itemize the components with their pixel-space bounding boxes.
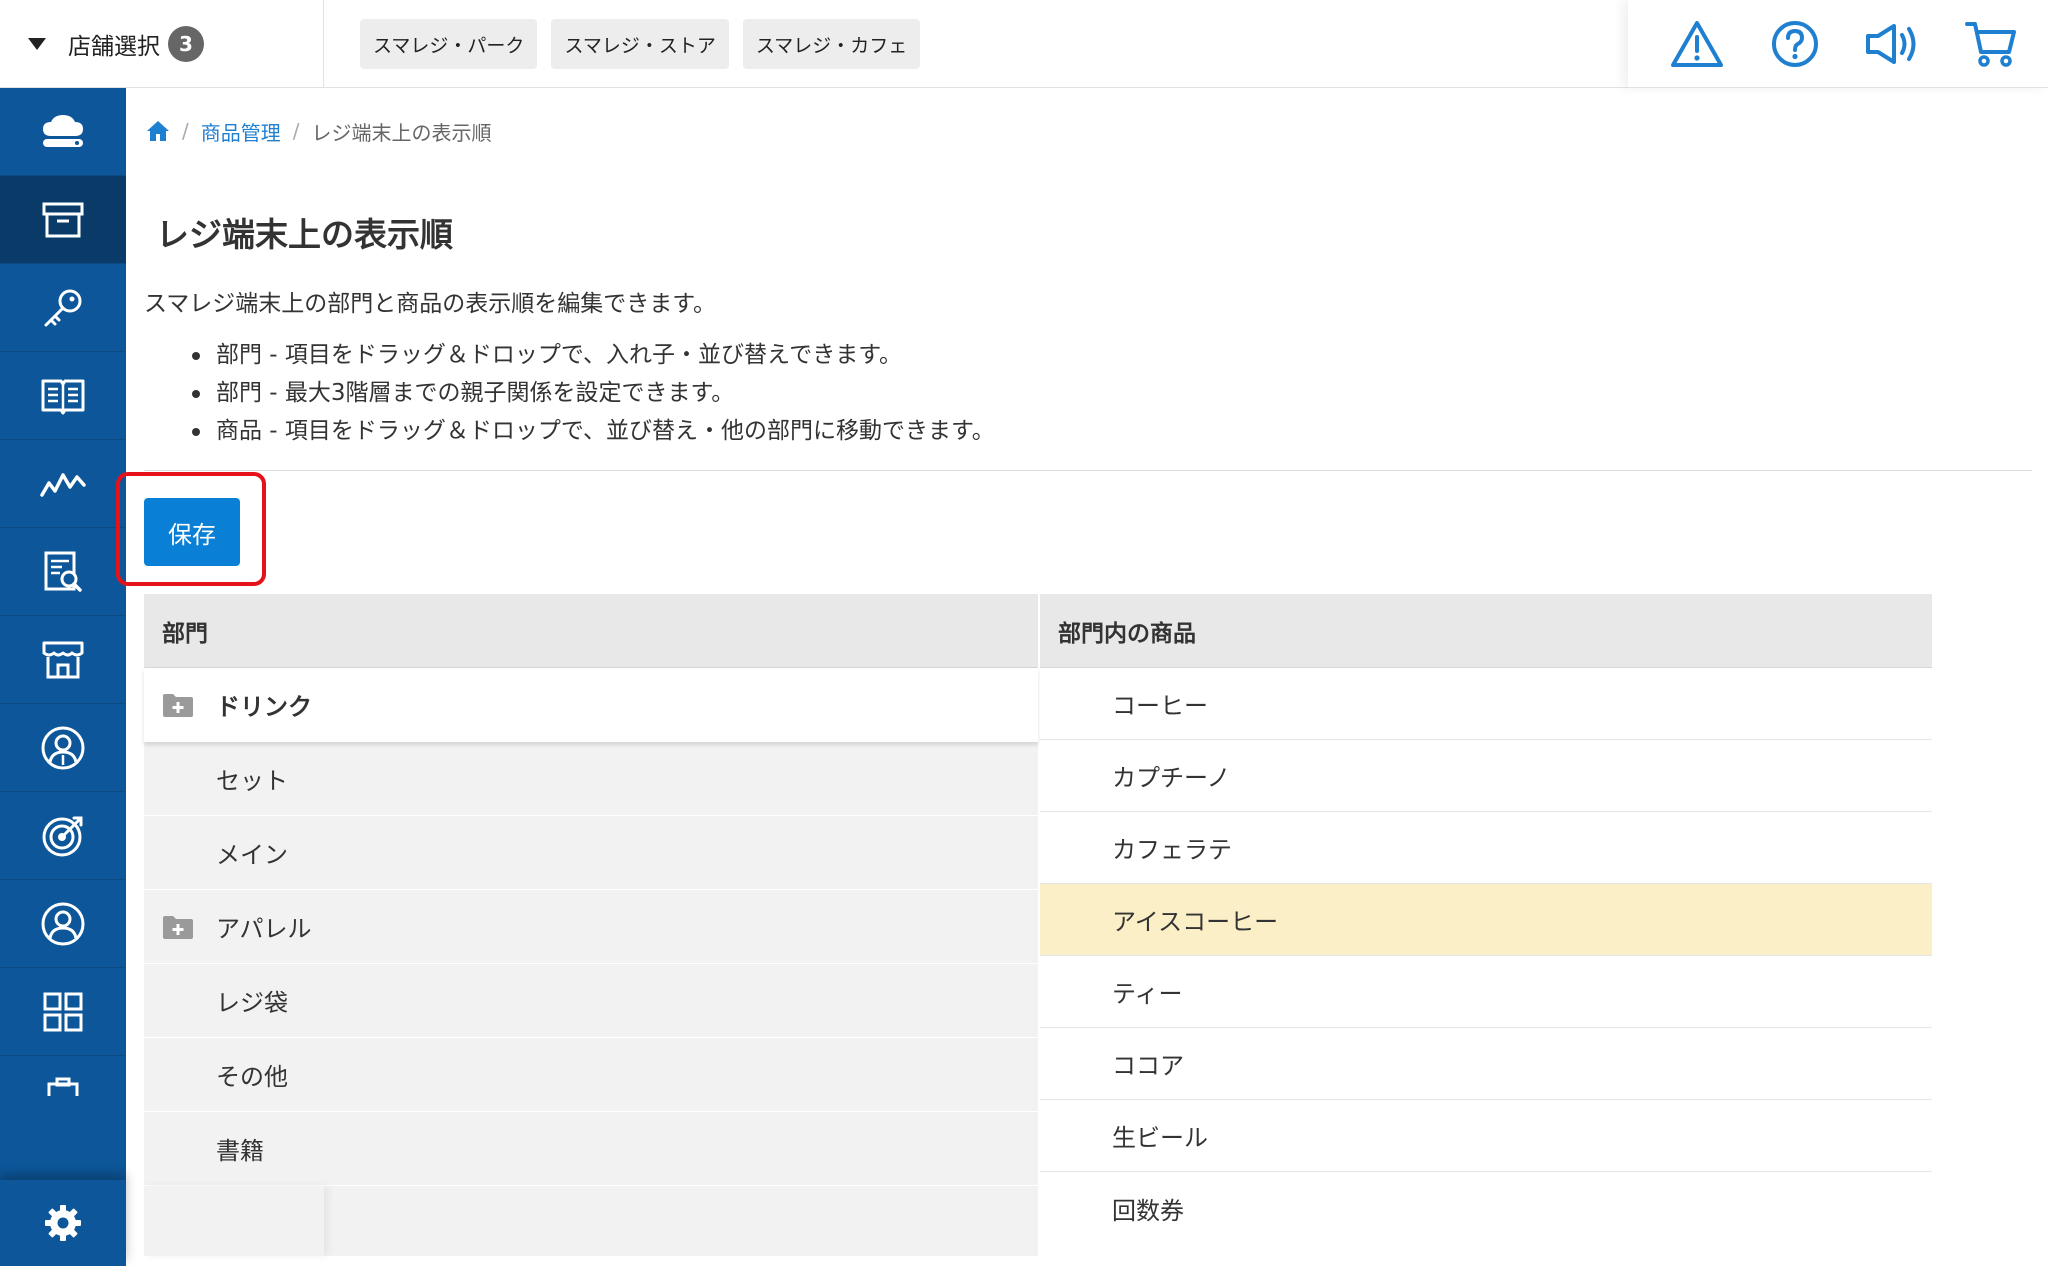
announcement-icon[interactable] <box>1863 14 1923 74</box>
department-name: その他 <box>216 1063 288 1091</box>
store-select-dropdown[interactable]: 店舗選択 3 <box>0 0 324 88</box>
staff-icon[interactable] <box>0 880 126 968</box>
product-box-icon[interactable] <box>0 176 126 264</box>
department-row-set[interactable]: セット <box>144 742 1038 816</box>
top-bar: 店舗選択 3 スマレジ・パーク スマレジ・ストア スマレジ・カフェ <box>0 0 2048 88</box>
product-list: コーヒー カプチーノ カフェラテ アイスコーヒー ティー ココア 生ビール 回数… <box>1040 668 1932 1256</box>
instruction-item: 部門 - 最大3階層までの親子関係を設定できます。 <box>190 374 995 412</box>
instruction-item: 部門 - 項目をドラッグ＆ドロップで、入れ子・並び替えできます。 <box>190 336 995 374</box>
store-count-badge: 3 <box>168 26 204 62</box>
caret-down-icon <box>28 38 46 50</box>
store-select-label: 店舗選択 <box>68 34 160 60</box>
save-button[interactable]: 保存 <box>144 498 240 566</box>
store-tab-park[interactable]: スマレジ・パーク <box>360 19 538 69</box>
department-row-apparel[interactable]: アパレル <box>144 890 1038 964</box>
breadcrumb-separator: / <box>182 119 189 143</box>
product-row[interactable]: ティー <box>1040 956 1932 1028</box>
store-tab-cafe[interactable]: スマレジ・カフェ <box>742 19 921 69</box>
folder-plus-icon[interactable] <box>162 692 194 724</box>
breadcrumb-product-management[interactable]: 商品管理 <box>201 117 281 146</box>
department-column-header: 部門 <box>144 594 1038 668</box>
store-icon[interactable] <box>0 616 126 704</box>
department-name: メイン <box>216 841 288 869</box>
instruction-list: 部門 - 項目をドラッグ＆ドロップで、入れ子・並び替えできます。 部門 - 最大… <box>190 336 995 450</box>
department-name: アパレル <box>216 915 312 943</box>
product-row[interactable]: 生ビール <box>1040 1100 1932 1172</box>
instruction-item: 商品 - 項目をドラッグ＆ドロップで、並び替え・他の部門に移動できます。 <box>190 412 995 450</box>
product-row[interactable]: カフェラテ <box>1040 812 1932 884</box>
page-description: スマレジ端末上の部門と商品の表示順を編集できます。 <box>144 291 717 317</box>
drag-shadow <box>144 1186 324 1256</box>
target-icon[interactable] <box>0 792 126 880</box>
warning-icon[interactable] <box>1667 14 1727 74</box>
department-row-bag[interactable]: レジ袋 <box>144 964 1038 1038</box>
product-row[interactable]: カプチーノ <box>1040 740 1932 812</box>
product-row[interactable]: ココア <box>1040 1028 1932 1100</box>
department-name: ドリンク <box>216 693 312 721</box>
department-row-drink[interactable]: ドリンク <box>144 668 1038 742</box>
breadcrumb: / 商品管理 / レジ端末上の表示順 <box>146 114 492 148</box>
header-actions <box>1628 0 2048 88</box>
divider <box>144 470 2032 471</box>
breadcrumb-current: レジ端末上の表示順 <box>311 120 492 145</box>
book-icon[interactable] <box>0 352 126 440</box>
department-row-other[interactable]: その他 <box>144 1038 1038 1112</box>
store-tab-store[interactable]: スマレジ・ストア <box>551 19 729 69</box>
home-icon[interactable] <box>146 120 170 142</box>
department-row-books[interactable]: 書籍 <box>144 1112 1038 1186</box>
page-title: レジ端末上の表示順 <box>156 215 453 254</box>
department-row-main[interactable]: メイン <box>144 816 1038 890</box>
products-column-header: 部門内の商品 <box>1040 594 1932 668</box>
report-icon[interactable] <box>0 528 126 616</box>
product-row-highlighted[interactable]: アイスコーヒー <box>1040 884 1932 956</box>
sidebar <box>0 88 126 1266</box>
help-icon[interactable] <box>1765 14 1825 74</box>
department-name: レジ袋 <box>216 989 288 1017</box>
apps-icon[interactable] <box>0 968 126 1056</box>
cloud-icon[interactable] <box>0 88 126 176</box>
department-name: 書籍 <box>216 1137 264 1165</box>
folder-plus-icon[interactable] <box>162 914 194 946</box>
department-name: セット <box>216 767 288 795</box>
clipboard-icon[interactable] <box>0 1056 126 1096</box>
cart-icon[interactable] <box>1961 14 2021 74</box>
key-icon[interactable] <box>0 264 126 352</box>
analytics-icon[interactable] <box>0 440 126 528</box>
product-row[interactable]: コーヒー <box>1040 668 1932 740</box>
breadcrumb-separator: / <box>292 119 300 143</box>
product-row[interactable]: 回数券 <box>1040 1172 1932 1244</box>
settings-icon[interactable] <box>0 1180 126 1266</box>
store-tabs: スマレジ・パーク スマレジ・ストア スマレジ・カフェ <box>360 19 921 69</box>
customer-icon[interactable] <box>0 704 126 792</box>
department-list: ドリンク セット メイン アパレル レジ袋 その他 書籍 <box>144 668 1038 1256</box>
